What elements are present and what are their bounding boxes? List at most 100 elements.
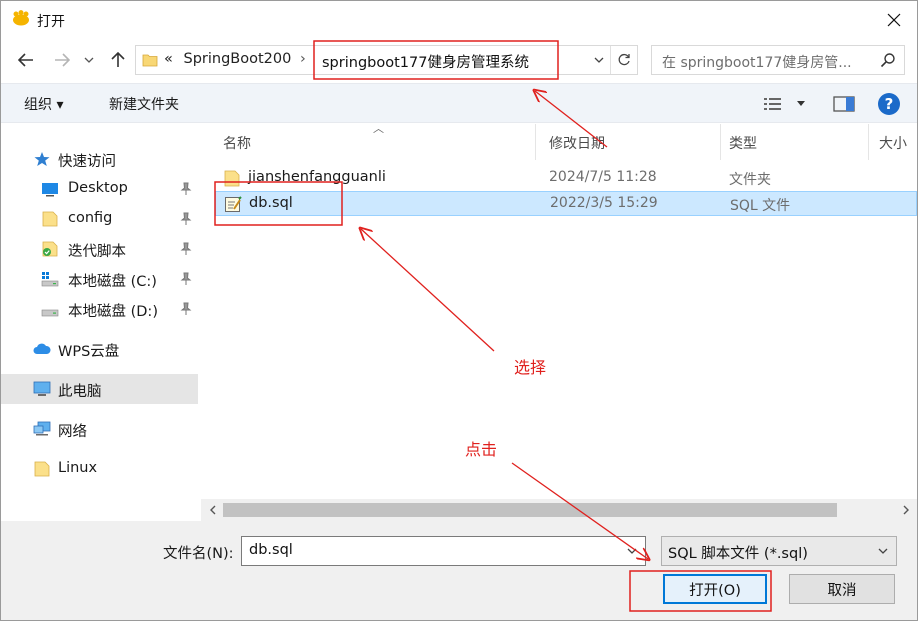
chevron-down-icon: [594, 57, 604, 63]
window-title: 打开: [37, 14, 65, 30]
arrow-right-icon: [55, 53, 70, 67]
file-list: ︿ 名称 修改日期 类型 大小 jianshenfangguanli 2024/…: [201, 122, 917, 499]
pin-icon[interactable]: [180, 302, 192, 316]
cancel-button[interactable]: 取消: [789, 574, 895, 604]
search-input[interactable]: 在 springboot177健身房管...: [651, 45, 905, 75]
chevron-down-icon: [627, 548, 637, 554]
view-options-button[interactable]: [763, 95, 809, 113]
search-icon[interactable]: [880, 52, 896, 68]
breadcrumb-current[interactable]: springboot177健身房管理系统: [322, 51, 529, 72]
sidebar-item-label: Linux: [58, 460, 98, 476]
close-icon: [887, 13, 901, 27]
chevron-right-icon: [903, 505, 909, 515]
sidebar-item-drive-d[interactable]: 本地磁盘 (D:): [1, 294, 198, 324]
sidebar-item-quick-access[interactable]: 快速访问: [1, 144, 198, 174]
cloud-icon: [33, 343, 51, 354]
sidebar-item-label: WPS云盘: [58, 344, 120, 360]
folder-icon: [42, 211, 58, 227]
filename-dropdown-button[interactable]: [623, 541, 641, 561]
address-bar[interactable]: « SpringBoot200 › springboot177健身房管理系统: [135, 45, 638, 75]
organize-button[interactable]: 组织 ▾: [24, 94, 63, 114]
chevron-left-icon: [209, 505, 215, 515]
file-modified: 2022/3/5 15:29: [550, 195, 658, 211]
horizontal-scrollbar[interactable]: [201, 499, 917, 521]
sidebar-item-linux[interactable]: Linux: [1, 454, 198, 484]
navigation-bar: « SpringBoot200 › springboot177健身房管理系统 在…: [1, 39, 917, 81]
search-placeholder: 在 springboot177健身房管...: [662, 55, 852, 71]
sidebar-item-label: config: [68, 210, 113, 226]
sidebar-item-label: Desktop: [68, 180, 128, 196]
scroll-thumb[interactable]: [223, 503, 837, 517]
open-file-dialog: 打开 « SpringBoot200 › springboot177健身房管理系…: [0, 0, 918, 621]
address-dropdown-button[interactable]: [588, 46, 610, 74]
open-button[interactable]: 打开(O): [663, 574, 767, 604]
close-button[interactable]: [871, 1, 917, 39]
pin-icon[interactable]: [180, 242, 192, 256]
star-icon: [34, 152, 50, 166]
column-header-type[interactable]: 类型: [729, 124, 869, 160]
refresh-button[interactable]: [610, 46, 637, 74]
script-folder-icon: [42, 241, 58, 257]
sidebar-item-label: 本地磁盘 (C:): [68, 274, 157, 290]
pin-icon[interactable]: [180, 182, 192, 196]
column-divider[interactable]: [535, 124, 536, 160]
file-type-select[interactable]: SQL 脚本文件 (*.sql): [661, 536, 897, 566]
sidebar-item-network[interactable]: 网络: [1, 414, 198, 444]
forward-button[interactable]: [51, 49, 73, 71]
filename-value: db.sql: [249, 542, 293, 558]
sidebar-item-label: 此电脑: [58, 384, 102, 400]
sidebar-item-label: 网络: [58, 424, 87, 440]
title-bar: 打开: [1, 1, 917, 39]
folder-icon: [34, 461, 50, 477]
sql-file-icon: [225, 196, 242, 212]
file-type: SQL 文件: [730, 198, 791, 214]
arrow-left-icon: [18, 53, 33, 67]
column-header-size[interactable]: 大小: [879, 124, 917, 160]
drive-c-icon: [41, 272, 59, 287]
sidebar-item-this-pc[interactable]: 此电脑: [1, 374, 198, 404]
navigation-pane: 快速访问 Desktop config 迭代脚本 本地磁盘 (C:) 本地磁盘 …: [1, 124, 198, 499]
chevron-down-icon: [797, 101, 805, 106]
sidebar-item-drive-c[interactable]: 本地磁盘 (C:): [1, 264, 198, 294]
pin-icon[interactable]: [180, 272, 192, 286]
column-header-name[interactable]: 名称: [223, 124, 533, 160]
app-icon: [13, 10, 29, 26]
file-type-dropdown-button[interactable]: [874, 541, 892, 561]
new-folder-button[interactable]: 新建文件夹: [109, 94, 179, 114]
desktop-icon: [42, 183, 58, 197]
sidebar-item-label: 本地磁盘 (D:): [68, 304, 158, 320]
file-type: 文件夹: [729, 172, 771, 188]
file-name: jianshenfangguanli: [248, 169, 386, 185]
overflow-chevron[interactable]: «: [164, 51, 173, 67]
annotation-click-label: 点击: [465, 440, 498, 459]
sidebar-item-wps-cloud[interactable]: WPS云盘: [1, 334, 198, 364]
folder-icon: [224, 170, 240, 187]
help-button[interactable]: ?: [878, 93, 900, 115]
annotation-select-label: 选择: [514, 358, 547, 377]
sidebar-item-config[interactable]: config: [1, 204, 198, 234]
pin-icon[interactable]: [180, 212, 192, 226]
drive-d-icon: [41, 309, 59, 317]
breadcrumb-parent[interactable]: SpringBoot200: [183, 51, 291, 67]
column-header-modified[interactable]: 修改日期: [549, 124, 719, 160]
command-bar: 组织 ▾ 新建文件夹 ?: [1, 83, 917, 123]
chevron-down-icon: [878, 548, 888, 554]
file-name: db.sql: [249, 195, 293, 211]
breadcrumb: « SpringBoot200 ›: [164, 51, 310, 67]
file-type-value: SQL 脚本文件 (*.sql): [668, 546, 808, 562]
scroll-right-button[interactable]: [895, 499, 917, 521]
up-button[interactable]: [107, 49, 129, 71]
file-row-folder[interactable]: jianshenfangguanli 2024/7/5 11:28 文件夹: [215, 166, 917, 191]
sidebar-item-desktop[interactable]: Desktop: [1, 174, 198, 204]
column-divider[interactable]: [868, 124, 869, 160]
column-divider[interactable]: [720, 124, 721, 160]
scroll-left-button[interactable]: [201, 499, 223, 521]
recent-locations-button[interactable]: [82, 49, 96, 71]
filename-input[interactable]: db.sql: [241, 536, 646, 566]
network-icon: [33, 421, 51, 436]
preview-pane-button[interactable]: [833, 95, 855, 113]
breadcrumb-separator[interactable]: ›: [300, 51, 306, 67]
file-row-db-sql[interactable]: db.sql 2022/3/5 15:29 SQL 文件: [215, 191, 917, 216]
back-button[interactable]: [15, 49, 37, 71]
sidebar-item-scripts[interactable]: 迭代脚本: [1, 234, 198, 264]
